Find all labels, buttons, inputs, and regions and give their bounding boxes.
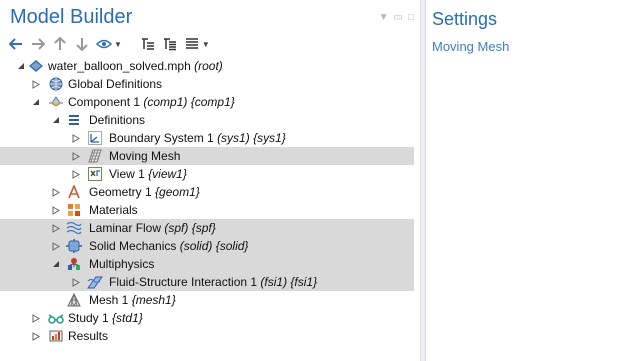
tree-node-label: Laminar Flow bbox=[89, 221, 162, 235]
tree-node-label: Moving Mesh bbox=[109, 149, 181, 163]
fsi-icon bbox=[87, 274, 103, 290]
tree-node-label: Materials bbox=[89, 203, 138, 217]
tree-node-label: Multiphysics bbox=[89, 257, 155, 271]
geometry-icon bbox=[66, 184, 82, 200]
minimize-icon[interactable]: ▭ bbox=[394, 12, 403, 23]
solid-mechanics-icon bbox=[66, 238, 82, 254]
tree-node-label: Boundary System 1 bbox=[109, 131, 214, 145]
tree-node-root[interactable]: water_balloon_solved.mph (root) bbox=[0, 57, 414, 75]
laminar-flow-icon bbox=[66, 220, 82, 236]
window-controls: ▼ ▭ □ bbox=[379, 12, 414, 23]
collapsed-triangle-icon[interactable] bbox=[50, 237, 62, 255]
maximize-icon[interactable]: □ bbox=[408, 12, 414, 23]
eye-icon[interactable] bbox=[96, 36, 112, 52]
globe-icon bbox=[48, 76, 64, 92]
settings-title: Settings bbox=[432, 9, 498, 29]
view-icon bbox=[87, 166, 103, 182]
collapsed-triangle-icon[interactable] bbox=[30, 75, 42, 93]
tree-node-tag: {mesh1} bbox=[131, 293, 176, 307]
tree-node-materials[interactable]: Materials bbox=[0, 201, 414, 219]
arrow-left-icon[interactable] bbox=[8, 36, 24, 52]
results-icon bbox=[48, 328, 64, 344]
moving-mesh-icon bbox=[87, 148, 103, 164]
tree-node-global-definitions[interactable]: Global Definitions bbox=[0, 75, 414, 93]
tree-node-label: water_balloon_solved.mph bbox=[48, 59, 191, 73]
arrow-up-icon[interactable] bbox=[52, 36, 68, 52]
settings-subtitle: Moving Mesh bbox=[432, 39, 510, 54]
expand-all-icon[interactable] bbox=[162, 36, 178, 52]
menu-caret-icon[interactable]: ▼ bbox=[379, 12, 389, 23]
materials-icon bbox=[66, 202, 82, 218]
tree-node-laminar-flow[interactable]: Laminar Flow (spf) {spf} bbox=[0, 219, 414, 237]
settings-panel: Settings Moving Mesh bbox=[426, 0, 627, 361]
tree-node-tag: {std1} bbox=[112, 311, 143, 325]
tree-node-label: Study 1 bbox=[68, 311, 109, 325]
model-builder-title: Model Builder bbox=[10, 6, 133, 28]
tree-node-tag: {view1} bbox=[148, 167, 187, 181]
tree-node-tag: {geom1} bbox=[155, 185, 200, 199]
tree-node-label: Definitions bbox=[89, 113, 146, 127]
model-builder-toolbar: ▼ ▼ bbox=[8, 36, 210, 52]
expanded-triangle-icon[interactable] bbox=[15, 57, 27, 75]
tree-node-tag: (solid) {solid} bbox=[179, 239, 249, 253]
arrow-right-icon[interactable] bbox=[30, 36, 46, 52]
list-icon[interactable] bbox=[184, 36, 200, 52]
tree-node-tag: (sys1) {sys1} bbox=[217, 131, 286, 145]
collapsed-triangle-icon[interactable] bbox=[70, 165, 82, 183]
arrow-down-icon[interactable] bbox=[74, 36, 90, 52]
tree-node-tag: (comp1) {comp1} bbox=[143, 95, 235, 109]
collapsed-triangle-icon[interactable] bbox=[70, 273, 82, 291]
tree-node-boundary-system-1[interactable]: Boundary System 1 (sys1) {sys1} bbox=[0, 129, 414, 147]
collapsed-triangle-icon[interactable] bbox=[70, 147, 82, 165]
tree-node-label: View 1 bbox=[109, 167, 145, 181]
tree-node-tag: (root) bbox=[194, 59, 223, 73]
coordinate-system-icon bbox=[87, 130, 103, 146]
collapsed-triangle-icon[interactable] bbox=[50, 183, 62, 201]
tree-node-multiphysics[interactable]: Multiphysics bbox=[0, 255, 414, 273]
collapsed-triangle-icon[interactable] bbox=[30, 327, 42, 345]
component-icon bbox=[48, 94, 64, 110]
tree-node-label: Solid Mechanics bbox=[89, 239, 177, 253]
tree-node-study-1[interactable]: Study 1 {std1} bbox=[0, 309, 414, 327]
tree-node-tag: (spf) {spf} bbox=[164, 221, 216, 235]
mesh-icon bbox=[66, 292, 82, 308]
tree-node-moving-mesh[interactable]: Moving Mesh bbox=[0, 147, 414, 165]
multiphysics-icon bbox=[66, 256, 82, 272]
tree-node-view-1[interactable]: View 1 {view1} bbox=[0, 165, 414, 183]
expanded-triangle-icon[interactable] bbox=[50, 255, 62, 273]
model-file-icon bbox=[28, 58, 44, 74]
tree-node-geometry-1[interactable]: Geometry 1 {geom1} bbox=[0, 183, 414, 201]
collapsed-triangle-icon[interactable] bbox=[30, 309, 42, 327]
chevron-down-icon[interactable]: ▼ bbox=[114, 40, 122, 49]
tree-node-label: Global Definitions bbox=[68, 77, 163, 91]
model-tree: water_balloon_solved.mph (root) Global D… bbox=[0, 57, 414, 345]
tree-node-label: Results bbox=[68, 329, 109, 343]
definitions-icon bbox=[66, 112, 82, 128]
tree-node-label: Component 1 bbox=[68, 95, 141, 109]
collapsed-triangle-icon[interactable] bbox=[70, 129, 82, 147]
chevron-down-icon[interactable]: ▼ bbox=[202, 40, 210, 49]
tree-node-label: Mesh 1 bbox=[89, 293, 129, 307]
tree-node-results[interactable]: Results bbox=[0, 327, 414, 345]
tree-node-tag: (fsi1) {fsi1} bbox=[260, 275, 318, 289]
study-icon bbox=[48, 310, 64, 326]
expanded-triangle-icon[interactable] bbox=[50, 111, 62, 129]
collapsed-triangle-icon[interactable] bbox=[50, 201, 62, 219]
tree-node-component-1[interactable]: Component 1 (comp1) {comp1} bbox=[0, 93, 414, 111]
collapse-all-icon[interactable] bbox=[140, 36, 156, 52]
tree-node-label: Fluid-Structure Interaction 1 bbox=[109, 275, 258, 289]
tree-node-definitions[interactable]: Definitions bbox=[0, 111, 414, 129]
collapsed-triangle-icon[interactable] bbox=[50, 219, 62, 237]
tree-node-fluid-structure-interaction[interactable]: Fluid-Structure Interaction 1 (fsi1) {fs… bbox=[0, 273, 414, 291]
tree-node-mesh-1[interactable]: Mesh 1 {mesh1} bbox=[0, 291, 414, 309]
model-builder-panel: Model Builder ▼ ▭ □ ▼ ▼ water_balloon_so… bbox=[0, 0, 420, 361]
tree-node-label: Geometry 1 bbox=[89, 185, 152, 199]
expanded-triangle-icon[interactable] bbox=[30, 93, 42, 111]
tree-node-solid-mechanics[interactable]: Solid Mechanics (solid) {solid} bbox=[0, 237, 414, 255]
